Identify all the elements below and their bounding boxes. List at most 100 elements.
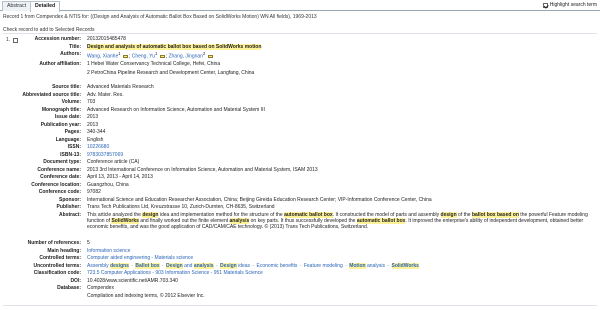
- accession-value: 20132015485478: [87, 36, 126, 42]
- record-checkbox[interactable]: [13, 37, 19, 43]
- highlighted-term: designs: [110, 262, 129, 269]
- confloc-label: Conference location:: [31, 181, 81, 188]
- abstract-segment: This article analyzed the: [87, 211, 143, 218]
- affiliation-label: Author affiliation:: [39, 61, 81, 67]
- confdate-label: Conference date:: [40, 174, 81, 180]
- database-value: Compendex: [87, 285, 114, 291]
- confname-label: Conference name:: [37, 166, 81, 173]
- pubyear-value: 2013: [87, 121, 99, 128]
- uncontrolled-term-link[interactable]: Motion analysis: [349, 262, 386, 269]
- classification-label: Classification code:: [33, 270, 81, 276]
- title-value: Design and analysis of automatic ballot …: [87, 43, 262, 50]
- abstract-segment: . It constructed the model of parts and …: [332, 211, 441, 218]
- doi-value: 10.4028/www.scientific.net/AMR.703.340: [87, 277, 178, 284]
- copyright-text: Compilation and indexing terms, © 2012 E…: [87, 292, 205, 299]
- term-separator: -: [251, 262, 256, 269]
- highlighted-term: SolidWorks: [111, 217, 139, 224]
- author-1-affil-sup: 1: [118, 51, 121, 56]
- tab-abstract[interactable]: Abstract: [2, 1, 32, 11]
- author-2-affil-sup: 1: [154, 51, 158, 56]
- highlighted-term: analysis: [229, 217, 250, 224]
- mainhead-link[interactable]: Information science: [87, 248, 130, 254]
- author-link-3[interactable]: Zhang, Jingnan: [168, 54, 202, 60]
- source-value: Advanced Materials Research: [87, 84, 154, 90]
- classification-link[interactable]: 723.5 Computer Applications - 903 Inform…: [87, 270, 263, 276]
- refs-label: Number of references:: [27, 240, 81, 246]
- term-text: ideas: [236, 262, 251, 269]
- pubyear-label: Publication year:: [40, 121, 81, 128]
- highlighted-term: design: [440, 211, 457, 218]
- email-icon[interactable]: [207, 54, 213, 59]
- divider: [3, 33, 597, 34]
- language-label: Language:: [55, 136, 81, 143]
- mainhead-label: Main heading:: [47, 247, 81, 254]
- author-link-2[interactable]: Cheng, Yu: [132, 54, 155, 60]
- uncontrolled-term-link[interactable]: Ballot box: [135, 262, 160, 269]
- uncontrolled-term-link[interactable]: SolidWorks: [391, 262, 419, 269]
- abbrev-label: Abbreviated source title:: [22, 91, 81, 98]
- term-separator: -: [298, 262, 303, 269]
- issn-label: ISSN:: [67, 144, 81, 150]
- isbn-link[interactable]: 9783037857069: [87, 152, 123, 158]
- term-separator: -: [214, 262, 220, 269]
- tab-bar: Abstract Detailed Highlight search term: [0, 0, 600, 12]
- affiliation-1: 1 Hebei Water Conservancy Technical Coll…: [87, 61, 221, 67]
- highlight-label: Highlight search term: [549, 2, 597, 8]
- email-icon[interactable]: [159, 54, 165, 59]
- language-value: English: [87, 136, 104, 143]
- highlighted-term: SolidWorks: [391, 262, 419, 269]
- controlled-label: Controlled terms:: [39, 255, 81, 261]
- confdate-value: April 13, 2013 - April 14, 2013: [87, 174, 153, 180]
- uncontrolled-terms: Assembly designs - Ballot box - Design a…: [87, 262, 593, 269]
- highlighted-term: Ballot box: [135, 262, 160, 269]
- doi-label: DOI:: [70, 277, 81, 284]
- term-separator: -: [129, 262, 135, 269]
- isbn-label: ISBN-13:: [60, 151, 81, 158]
- highlight-checkbox[interactable]: [542, 2, 548, 8]
- affiliation-2: 2 PetroChina Pipeline Research and Devel…: [87, 70, 255, 76]
- monograph-label: Monograph title:: [41, 106, 81, 113]
- controlled-terms-link[interactable]: Computer aided engineering - Materials s…: [87, 255, 193, 261]
- refs-value: 5: [87, 240, 90, 246]
- abstract-segment: and finally worked out the finite elemen…: [138, 217, 230, 224]
- sponsor-label: Sponsor:: [59, 196, 81, 203]
- publisher-value: Trans Tech Publications Ltd, Kreuzstrass…: [87, 204, 275, 210]
- divider: [3, 305, 597, 306]
- abstract-segment: on key parts. It thus successfully devel…: [249, 217, 357, 224]
- authors-label: Authors:: [60, 51, 81, 57]
- pages-label: Pages:: [64, 129, 81, 135]
- term-separator: -: [160, 262, 166, 269]
- abbrev-value: Adv. Mater. Res.: [87, 91, 124, 98]
- confname-value: 2013 3rd International Conference on Inf…: [87, 166, 318, 173]
- uncontrolled-term-link[interactable]: Economic benefits: [257, 263, 298, 269]
- confcode-value: 97082: [87, 189, 101, 195]
- monograph-value: Advanced Research on Information Science…: [87, 106, 265, 113]
- uncontrolled-term-link[interactable]: Assembly designs: [87, 262, 129, 269]
- uncontrolled-term-link[interactable]: Design and analysis: [166, 262, 214, 269]
- sponsor-value: International Science and Education Rese…: [87, 196, 432, 203]
- issn-link[interactable]: 10226680: [87, 144, 109, 150]
- term-text: and: [182, 262, 194, 269]
- highlight-search-term-option[interactable]: Highlight search term: [542, 2, 597, 8]
- email-icon[interactable]: [122, 54, 128, 59]
- accession-label: Accession number:: [34, 36, 81, 42]
- term-text: Economic benefits: [256, 262, 298, 269]
- tab-detailed[interactable]: Detailed: [30, 1, 61, 12]
- abstract-text: This article analyzed the design idea an…: [87, 211, 593, 231]
- highlighted-term: Design: [220, 262, 237, 269]
- term-text: analysis: [365, 262, 386, 269]
- highlighted-term: Motion: [349, 262, 366, 269]
- term-text: Assembly: [87, 262, 111, 269]
- uncontrolled-term-link[interactable]: Feature modeling: [304, 263, 343, 269]
- abstract-segment: of the: [456, 211, 472, 218]
- author-link-1[interactable]: Wang, Xianhe: [87, 54, 118, 60]
- term-separator: -: [386, 262, 391, 269]
- issue-value: 2013: [87, 114, 99, 120]
- pages-value: 340-344: [87, 129, 106, 135]
- title-label: Title:: [69, 43, 81, 50]
- issue-label: Issue date:: [54, 114, 81, 120]
- uncontrolled-term-link[interactable]: Design ideas: [220, 262, 251, 269]
- author-3-affil-sup: 2: [202, 51, 206, 56]
- doctype-label: Document type:: [43, 159, 81, 165]
- uncontrolled-label: Uncontrolled terms:: [33, 262, 81, 269]
